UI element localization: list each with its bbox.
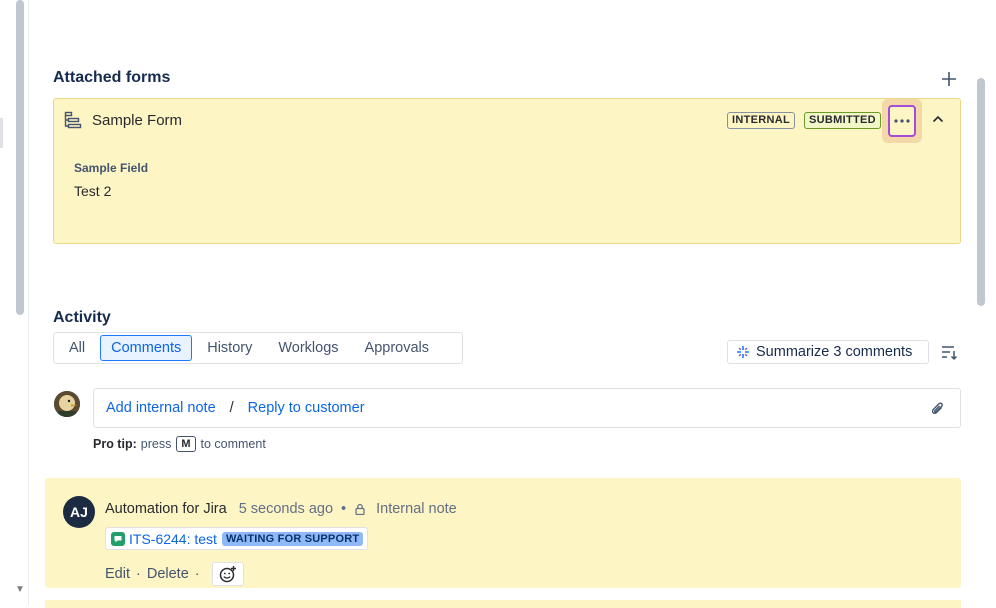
attached-form-card: Sample Form INTERNAL SUBMITTED Sample Fi… bbox=[53, 98, 961, 244]
plus-icon bbox=[942, 72, 956, 86]
comment-author[interactable]: Automation for Jira bbox=[105, 501, 227, 517]
internal-note-comment: AJ Automation for Jira 5 seconds ago • I… bbox=[45, 478, 961, 588]
right-scrollbar[interactable] bbox=[973, 0, 996, 605]
pro-tip-pre: press bbox=[140, 437, 172, 451]
header-bullet: • bbox=[341, 501, 347, 517]
comment-actions: Edit · Delete · bbox=[105, 562, 244, 586]
issue-detail-main: Attached forms Sample Form INTERNAL SUBM… bbox=[29, 0, 973, 608]
add-reaction-button[interactable] bbox=[211, 562, 244, 586]
comment-header: Automation for Jira 5 seconds ago • Inte… bbox=[105, 501, 457, 517]
left-panel-edge bbox=[0, 118, 3, 148]
comment-visibility: Internal note bbox=[376, 501, 457, 517]
chevron-up-icon[interactable] bbox=[930, 111, 946, 127]
add-reaction-icon bbox=[219, 566, 236, 583]
right-scrollbar-thumb[interactable] bbox=[977, 78, 985, 306]
attached-forms-heading: Attached forms bbox=[53, 69, 171, 86]
activity-tabs: All Comments History Worklogs Approvals bbox=[53, 332, 463, 364]
tab-history[interactable]: History bbox=[196, 335, 263, 361]
issue-link-chip[interactable]: ITS-6244: test WAITING FOR SUPPORT bbox=[105, 527, 369, 550]
tab-comments[interactable]: Comments bbox=[100, 335, 193, 361]
more-actions-button[interactable] bbox=[888, 105, 916, 137]
left-scrollbar-thumb[interactable] bbox=[16, 0, 24, 315]
form-field-value: Test 2 bbox=[74, 183, 112, 199]
tab-approvals[interactable]: Approvals bbox=[354, 335, 440, 361]
delete-comment-button[interactable]: Delete bbox=[147, 566, 189, 582]
shortcut-key: M bbox=[176, 436, 196, 452]
sort-icon[interactable] bbox=[940, 343, 958, 361]
edit-comment-button[interactable]: Edit bbox=[105, 566, 130, 582]
summarize-label: Summarize 3 comments bbox=[756, 344, 913, 360]
duck-avatar-icon bbox=[54, 391, 80, 417]
submitted-badge: SUBMITTED bbox=[804, 112, 881, 129]
action-separator: · bbox=[136, 566, 141, 582]
pro-tip-label: Pro tip: bbox=[93, 437, 137, 451]
form-field-label: Sample Field bbox=[74, 161, 149, 175]
reply-to-customer-link[interactable]: Reply to customer bbox=[248, 400, 365, 416]
add-internal-note-link[interactable]: Add internal note bbox=[106, 400, 216, 416]
issue-status-lozenge: WAITING FOR SUPPORT bbox=[221, 531, 364, 546]
more-horizontal-icon bbox=[894, 119, 910, 123]
service-request-icon bbox=[111, 531, 125, 546]
composer-separator: / bbox=[229, 400, 234, 416]
add-form-button[interactable] bbox=[938, 68, 960, 90]
tab-worklogs[interactable]: Worklogs bbox=[267, 335, 349, 361]
form-icon bbox=[64, 111, 82, 129]
next-comment-edge bbox=[45, 600, 961, 608]
current-user-avatar[interactable] bbox=[54, 391, 80, 417]
ai-sparkle-icon bbox=[737, 346, 749, 358]
left-panel-scrollbar[interactable]: ▼ bbox=[0, 0, 29, 605]
author-avatar[interactable]: AJ bbox=[63, 496, 95, 528]
activity-heading: Activity bbox=[53, 309, 111, 326]
issue-key-link[interactable]: ITS-6244: test bbox=[129, 531, 217, 547]
paperclip-icon[interactable] bbox=[930, 401, 946, 417]
pro-tip-post: to comment bbox=[200, 437, 266, 451]
scroll-down-arrow-icon[interactable]: ▼ bbox=[14, 585, 26, 595]
comment-timestamp[interactable]: 5 seconds ago bbox=[239, 501, 333, 517]
lock-icon bbox=[355, 503, 365, 515]
internal-badge: INTERNAL bbox=[727, 112, 796, 129]
summarize-comments-button[interactable]: Summarize 3 comments bbox=[727, 340, 929, 364]
form-name[interactable]: Sample Form bbox=[92, 112, 182, 129]
tab-all[interactable]: All bbox=[58, 335, 96, 361]
action-separator: · bbox=[194, 566, 200, 582]
pro-tip: Pro tip: press M to comment bbox=[93, 436, 266, 452]
comment-composer[interactable]: Add internal note / Reply to customer bbox=[93, 388, 961, 428]
